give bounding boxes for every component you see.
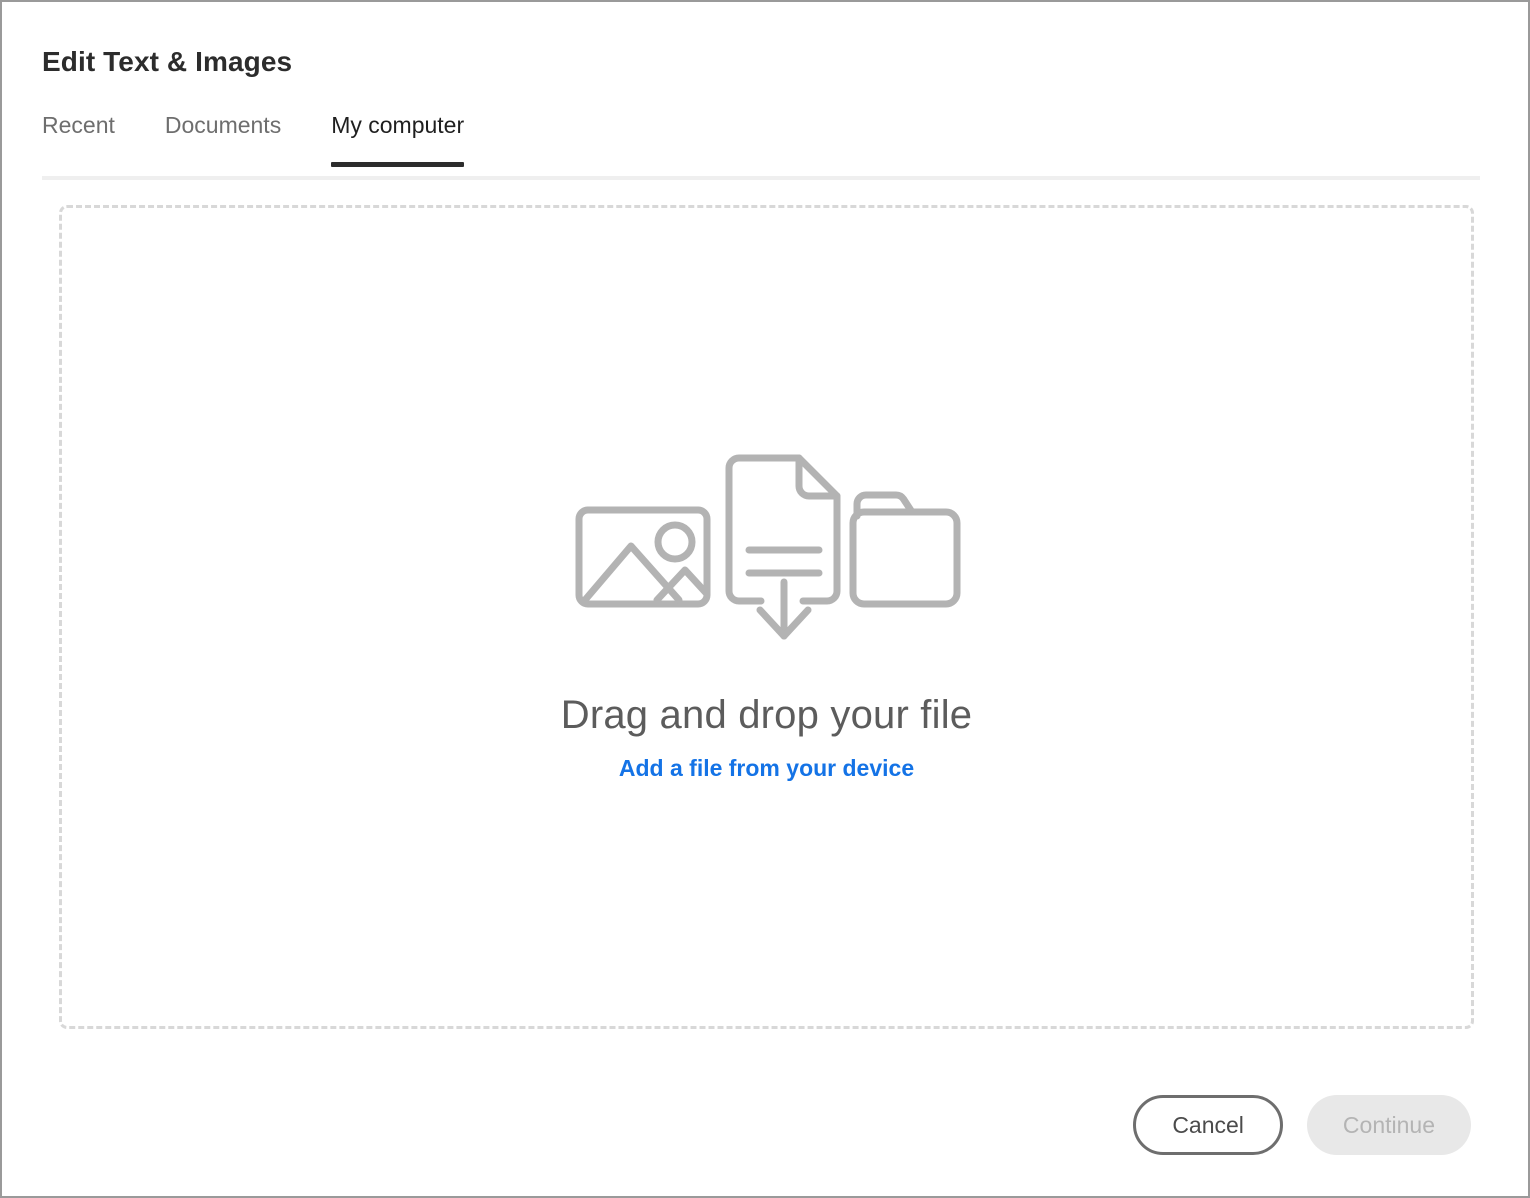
folder-icon (849, 491, 960, 608)
dropzone-headline: Drag and drop your file (560, 693, 973, 737)
continue-button[interactable]: Continue (1306, 1095, 1471, 1155)
file-dropzone[interactable]: Drag and drop your file Add a file from … (59, 205, 1474, 1029)
add-file-from-device-link[interactable]: Add a file from your device (619, 757, 914, 780)
edit-text-images-dialog: Edit Text & Images Recent Documents My c… (0, 0, 1530, 1198)
tab-my-computer[interactable]: My computer (331, 114, 464, 167)
tab-documents[interactable]: Documents (165, 114, 281, 167)
tab-recent[interactable]: Recent (42, 114, 115, 167)
cancel-button[interactable]: Cancel (1133, 1095, 1283, 1155)
dropzone-illustration (575, 454, 960, 640)
tab-bar: Recent Documents My computer (42, 114, 464, 176)
dialog-footer: Cancel Continue (1133, 1095, 1471, 1155)
page-title: Edit Text & Images (42, 46, 293, 77)
tab-separator (42, 176, 1480, 180)
document-download-icon (725, 454, 840, 640)
dropzone-content: Drag and drop your file Add a file from … (557, 442, 977, 780)
image-icon (575, 506, 710, 608)
